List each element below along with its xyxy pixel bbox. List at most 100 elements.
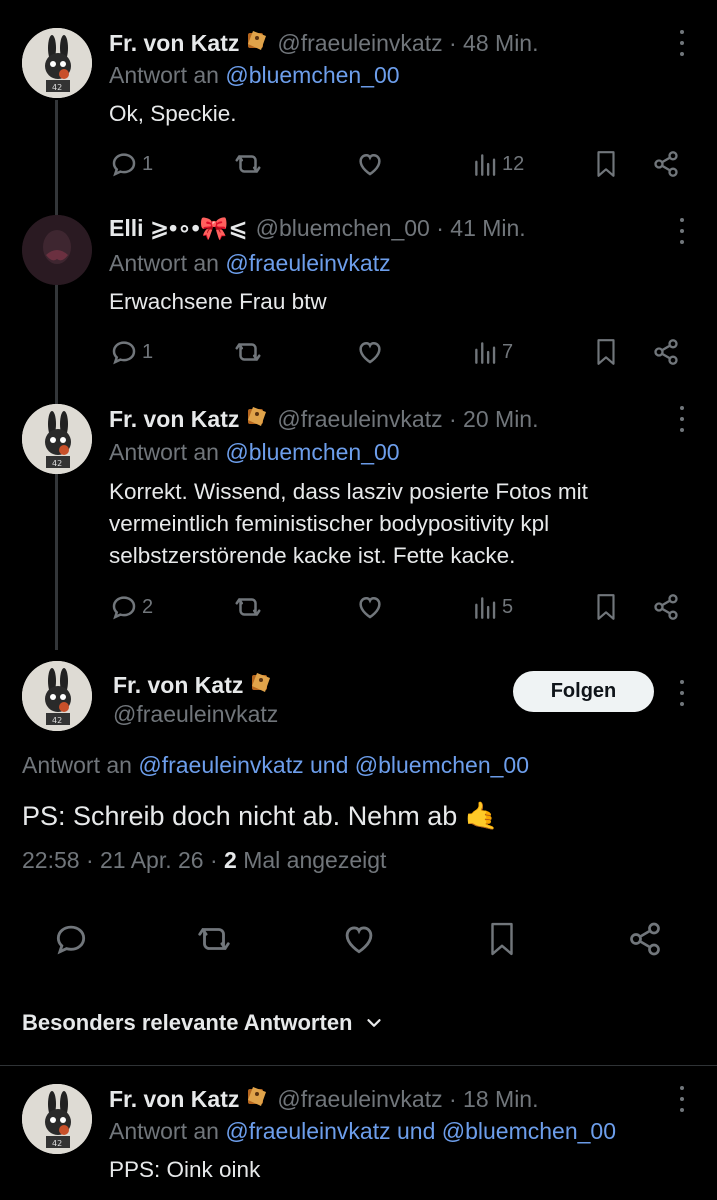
avatar[interactable]: 42 [22, 404, 92, 474]
reply-mention[interactable]: @bluemchen_00 [442, 1118, 616, 1144]
tweet-text-line: Korrekt. Wissend, dass lasziv posierte F… [109, 479, 588, 504]
author-handle[interactable]: @bluemchen_00 · 41 Min. [256, 215, 526, 242]
like-button[interactable] [355, 149, 385, 179]
views-chart-icon [475, 342, 496, 364]
heart-icon [359, 153, 381, 176]
bookmark-button[interactable] [485, 920, 519, 958]
bookmark-button[interactable] [593, 592, 619, 622]
reply-icon [56, 925, 86, 955]
reply-icon [112, 596, 136, 620]
retweet-icon [235, 598, 261, 616]
retweet-button[interactable] [195, 920, 233, 958]
tweet-text: PPS: Oink oink [109, 1157, 261, 1182]
reply-mention[interactable]: @bluemchen_00 [225, 439, 399, 465]
like-button[interactable] [355, 337, 385, 367]
bookmark-icon [597, 151, 615, 177]
tweet-header: Fr. von Katz @fraeuleinvkatz · 48 Min. [109, 28, 538, 58]
svg-text:42: 42 [52, 459, 62, 468]
avatar[interactable] [22, 215, 92, 285]
retweet-button[interactable] [233, 149, 263, 179]
retweet-button[interactable] [233, 337, 263, 367]
bookmark-button[interactable] [593, 337, 619, 367]
author-handle[interactable]: @fraeuleinvkatz · 20 Min. [277, 406, 538, 433]
share-icon [654, 151, 678, 177]
more-dots-icon[interactable] [677, 30, 687, 56]
tweet-text-line: vermeintlich feministischer bodypositivi… [109, 511, 550, 536]
retweet-button[interactable] [233, 592, 263, 622]
main-tweet-name-line: Fr. von Katz [113, 670, 273, 700]
share-button[interactable] [627, 920, 663, 958]
svg-text:42: 42 [52, 716, 62, 725]
more-dots-icon[interactable] [677, 406, 687, 432]
more-dots-icon[interactable] [677, 218, 687, 244]
reply-mention[interactable]: @fraeuleinvkatz [225, 250, 390, 276]
reply-context: Antwort an @fraeuleinvkatz und @bluemche… [22, 752, 529, 779]
author-name[interactable]: Elli ⩾•∘•🎀⩽ [109, 215, 248, 242]
author-handle[interactable]: @fraeuleinvkatz [113, 701, 278, 728]
share-icon [630, 922, 660, 956]
share-button[interactable] [652, 149, 680, 179]
reply-button[interactable]: 1 [109, 149, 153, 179]
view-count: 7 [502, 340, 514, 363]
avatar[interactable]: 42 [22, 661, 92, 731]
author-name[interactable]: Fr. von Katz [109, 406, 239, 433]
avatar[interactable]: 42 [22, 28, 92, 98]
author-handle[interactable]: @fraeuleinvkatz · 18 Min. [277, 1086, 538, 1113]
reply-and: und [390, 1118, 442, 1144]
tweet-actions: 2 5 [0, 592, 717, 622]
tweet-actions: 1 12 [0, 149, 717, 179]
share-button[interactable] [652, 592, 680, 622]
reply-mention[interactable]: @bluemchen_00 [355, 752, 529, 778]
tweet-header: Fr. von Katz @fraeuleinvkatz · 20 Min. [109, 404, 538, 434]
main-tweet-text: PS: Schreib doch nicht ab. Nehm ab 🤙 [22, 801, 499, 831]
views-button[interactable]: 12 [473, 149, 524, 179]
reply-prefix: Antwort an [109, 439, 226, 465]
view-count: 12 [502, 152, 525, 175]
views-chart-icon [475, 154, 496, 176]
tweet-text: Erwachsene Frau btw [109, 289, 327, 314]
view-count: 5 [502, 595, 514, 618]
views-button[interactable]: 7 [473, 337, 513, 367]
like-button[interactable] [355, 592, 385, 622]
reply-button[interactable]: 2 [109, 592, 153, 622]
tweet-header: Fr. von Katz @fraeuleinvkatz · 18 Min. [109, 1084, 538, 1114]
view-label: Mal angezeigt [236, 847, 387, 873]
author-name[interactable]: Fr. von Katz [109, 1086, 239, 1113]
label-badge-icon [249, 670, 273, 700]
retweet-icon [198, 928, 230, 950]
reply-mention[interactable]: @fraeuleinvkatz [225, 1118, 390, 1144]
share-icon [654, 339, 678, 365]
tweet-text: Korrekt. Wissend, dass lasziv posierte F… [109, 476, 588, 572]
reply-button[interactable] [52, 920, 90, 958]
share-button[interactable] [652, 337, 680, 367]
svg-text:42: 42 [52, 83, 62, 92]
heart-icon [345, 926, 373, 954]
label-badge-icon [245, 1084, 269, 1114]
reply-context: Antwort an @fraeuleinvkatz [109, 250, 391, 277]
bookmark-icon [597, 594, 615, 620]
reply-mention[interactable]: @bluemchen_00 [225, 62, 399, 88]
divider [0, 1065, 717, 1066]
reply-prefix: Antwort an [109, 1118, 226, 1144]
reply-button[interactable]: 1 [109, 337, 153, 367]
views-button[interactable]: 5 [473, 592, 513, 622]
more-dots-icon[interactable] [677, 1086, 687, 1112]
tweet-timestamp[interactable]: 22:58 · 21 Apr. 26 · [22, 847, 224, 873]
bookmark-button[interactable] [593, 149, 619, 179]
sort-replies-dropdown[interactable]: Besonders relevante Antworten [22, 1010, 385, 1036]
author-handle[interactable]: @fraeuleinvkatz · 48 Min. [277, 30, 538, 57]
avatar[interactable]: 42 [22, 1084, 92, 1154]
author-name[interactable]: Fr. von Katz [113, 672, 243, 699]
follow-button[interactable]: Folgen [513, 671, 654, 712]
tweet-text: Ok, Speckie. [109, 101, 237, 126]
reply-prefix: Antwort an [109, 62, 226, 88]
reply-context: Antwort an @fraeuleinvkatz und @bluemche… [109, 1118, 616, 1145]
like-button[interactable] [340, 920, 378, 958]
reply-context: Antwort an @bluemchen_00 [109, 62, 400, 89]
more-dots-icon[interactable] [677, 680, 687, 706]
reply-count: 1 [142, 340, 154, 363]
reply-count: 2 [142, 595, 154, 618]
svg-text:42: 42 [52, 1139, 62, 1148]
reply-mention[interactable]: @fraeuleinvkatz [138, 752, 303, 778]
author-name[interactable]: Fr. von Katz [109, 30, 239, 57]
